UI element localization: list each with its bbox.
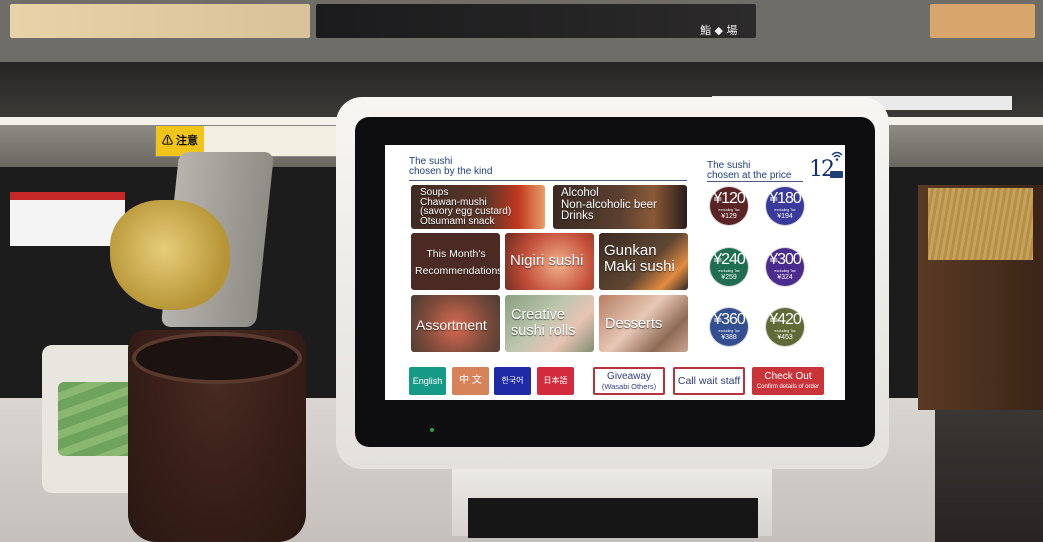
category-nigiri[interactable]: Nigiri sushi — [505, 233, 594, 290]
price-incl: ¥194 — [766, 213, 804, 220]
language-chinese-button[interactable]: 中 文 — [452, 367, 489, 395]
menu-poster-left — [10, 4, 310, 38]
language-korean-button[interactable]: 한국어 — [494, 367, 531, 395]
tablet-stand-base — [468, 498, 758, 538]
tea-bags — [58, 382, 138, 456]
price-excl-note: excluding Tax — [774, 329, 796, 333]
category-gunkan-maki[interactable]: Gunkan Maki sushi — [599, 233, 688, 290]
brand-logo: 鮨 ◆ 場 — [700, 24, 738, 37]
menu-poster-right — [930, 4, 1035, 38]
price-button-420[interactable]: ¥420 excluding Tax ¥453 — [766, 308, 804, 346]
category-monthly-label: This Month's Recommendations — [415, 246, 500, 280]
price-label: ¥180 — [769, 190, 802, 207]
price-label: ¥240 — [713, 251, 746, 268]
price-excl-note: excluding Tax — [774, 208, 796, 212]
price-button-120[interactable]: ¥120 excluding Tax ¥129 — [710, 187, 748, 225]
price-incl: ¥453 — [766, 334, 804, 341]
category-drinks[interactable]: Alcohol Non-alcoholic beer Drinks — [553, 185, 687, 229]
category-creative-label: Creative sushi rolls — [511, 307, 575, 339]
label-line: Recommendations — [415, 265, 500, 277]
battery-icon — [830, 171, 843, 178]
price-incl-value: ¥324 — [777, 274, 793, 281]
category-soups-label: Soups Chawan-mushi (savory egg custard) … — [420, 188, 511, 226]
tea-cup-rim — [132, 332, 302, 384]
price-button-300[interactable]: ¥300 excluding Tax ¥324 — [766, 248, 804, 286]
category-assortment-label: Assortment — [416, 317, 487, 333]
label-line: Alcohol — [561, 187, 599, 199]
wifi-icon — [831, 151, 843, 161]
giveaway-sub-label: (Wasabi Others) — [601, 382, 657, 391]
label-line: Maki sushi — [604, 258, 675, 275]
price-incl: ¥324 — [766, 274, 804, 281]
language-english-button[interactable]: English — [409, 367, 446, 395]
label-line: This Month's — [426, 248, 486, 260]
menu-poster-center — [316, 4, 756, 38]
price-excl-note: excluding Tax — [718, 329, 740, 333]
category-soups[interactable]: Soups Chawan-mushi (savory egg custard) … — [411, 185, 545, 229]
price-header-line2: chosen at the price — [707, 170, 792, 181]
price-section-header: The sushi chosen at the price — [707, 161, 792, 181]
price-excl-note: excluding Tax — [718, 208, 740, 212]
category-assortment[interactable]: Assortment — [411, 295, 500, 352]
language-japanese-button[interactable]: 日本語 — [537, 367, 574, 395]
price-incl-value: ¥259 — [721, 274, 737, 281]
price-incl-value: ¥129 — [721, 213, 737, 220]
price-excl-note: excluding Tax — [774, 269, 796, 273]
price-incl: ¥388 — [710, 334, 748, 341]
checkout-sub-label: Confirm details of order — [756, 384, 820, 390]
price-header-rule — [707, 181, 803, 182]
label-line: Otsumami snack — [420, 215, 495, 227]
label-line: sushi rolls — [511, 323, 576, 339]
price-incl: ¥259 — [710, 274, 748, 281]
chopstick-box-lid — [928, 188, 1033, 260]
price-incl-value: ¥194 — [777, 213, 793, 220]
label-line: Gunkan — [604, 242, 657, 259]
checkout-button[interactable]: Check Out Confirm details of order — [752, 367, 824, 395]
price-button-240[interactable]: ¥240 excluding Tax ¥259 — [710, 248, 748, 286]
call-staff-button[interactable]: Call wait staff — [673, 367, 745, 395]
order-screen: The sushi chosen by the kind The sushi c… — [385, 145, 845, 400]
category-nigiri-label: Nigiri sushi — [510, 252, 584, 269]
price-excl-note: excluding Tax — [718, 269, 740, 273]
ceiling-menu-area: 鮨 ◆ 場 — [0, 0, 1043, 62]
category-desserts[interactable]: Desserts — [599, 295, 688, 352]
kind-section-header: The sushi chosen by the kind — [409, 157, 492, 177]
price-label: ¥420 — [769, 311, 802, 328]
category-monthly-recommendations[interactable]: This Month's Recommendations — [411, 233, 500, 290]
price-label: ¥300 — [769, 251, 802, 268]
price-button-360[interactable]: ¥360 excluding Tax ¥388 — [710, 308, 748, 346]
hot-water-sign — [10, 192, 125, 246]
category-gunkan-label: Gunkan Maki sushi — [604, 243, 675, 275]
price-incl-value: ¥388 — [721, 334, 737, 341]
label-line: Drinks — [561, 210, 594, 222]
category-desserts-label: Desserts — [605, 316, 663, 332]
price-incl-value: ¥453 — [777, 334, 793, 341]
kind-header-line2: chosen by the kind — [409, 166, 493, 177]
giveaway-button[interactable]: Giveaway (Wasabi Others) — [593, 367, 665, 395]
table-number: 12 — [809, 157, 835, 182]
price-label: ¥120 — [713, 190, 746, 207]
checkout-label: Check Out — [764, 371, 812, 382]
price-button-180[interactable]: ¥180 excluding Tax ¥194 — [766, 187, 804, 225]
giveaway-label: Giveaway — [607, 371, 651, 382]
price-incl: ¥129 — [710, 213, 748, 220]
kind-header-rule — [409, 180, 687, 181]
category-creative-rolls[interactable]: Creative sushi rolls — [505, 295, 594, 352]
category-drinks-label: Alcohol Non-alcoholic beer Drinks — [561, 187, 657, 223]
label-line: Creative — [511, 307, 565, 323]
price-label: ¥360 — [713, 311, 746, 328]
hot-water-tap-button — [110, 200, 230, 310]
power-led — [430, 428, 434, 432]
drawer — [935, 410, 1043, 542]
